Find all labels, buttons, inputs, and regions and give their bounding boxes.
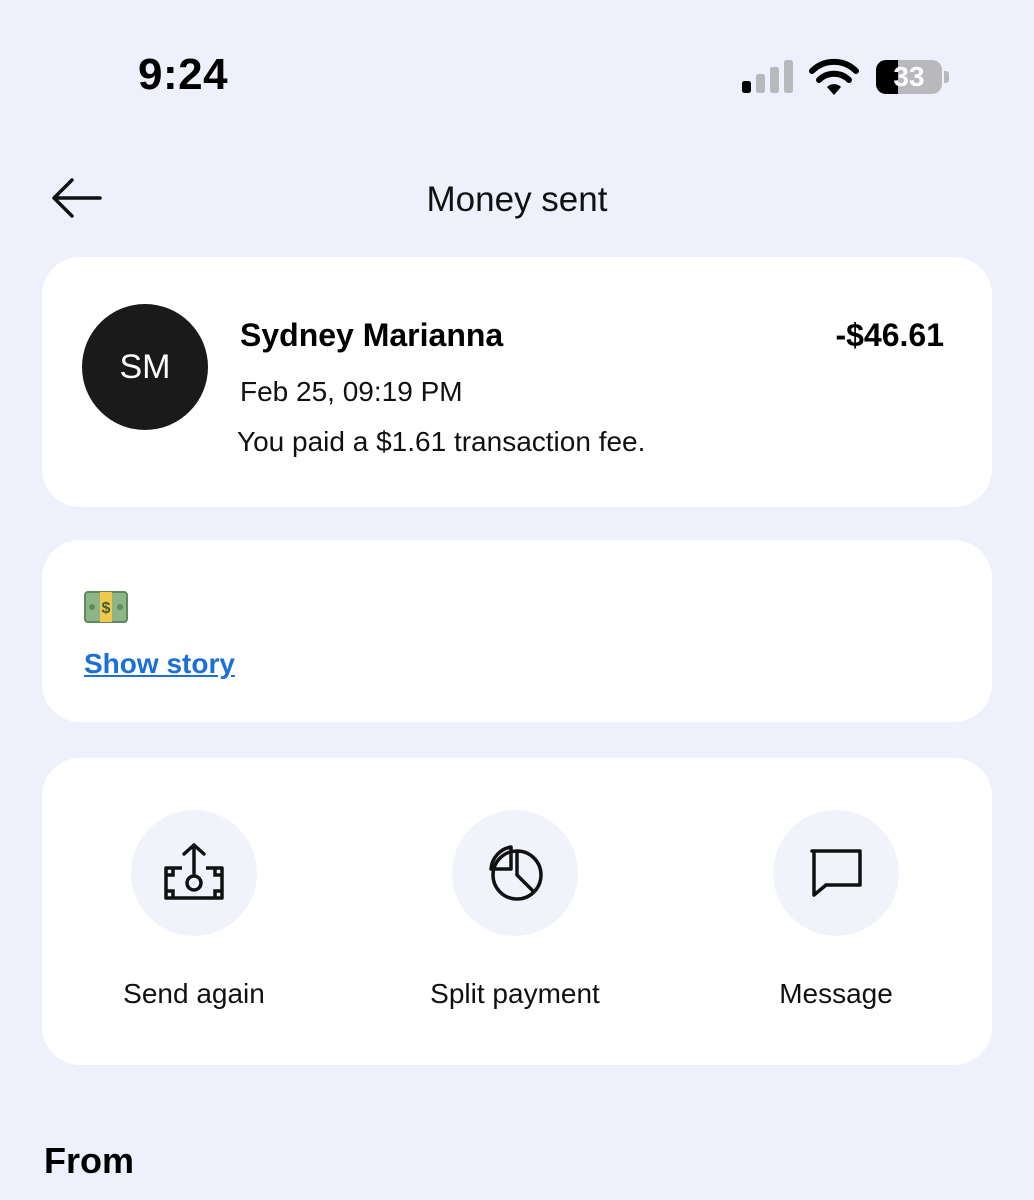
svg-text:$: $ xyxy=(102,600,111,617)
transaction-date: Feb 25, 09:19 PM xyxy=(240,376,463,407)
show-story-link[interactable]: Show story xyxy=(84,648,235,680)
battery-level: 33 xyxy=(893,61,925,92)
cellular-signal-icon xyxy=(742,60,793,93)
battery-icon: 33 xyxy=(876,60,942,94)
send-again-icon-circle xyxy=(131,810,257,936)
page-title: Money sent xyxy=(426,180,608,219)
story-card: $ Show story xyxy=(42,540,992,722)
split-payment-label: Split payment xyxy=(430,978,600,1009)
transaction-amount: -$46.61 xyxy=(835,317,944,353)
money-banknote-icon: $ xyxy=(84,591,128,623)
battery-tip xyxy=(944,71,949,83)
send-again-label: Send again xyxy=(123,978,265,1009)
status-bar: 9:24 33 xyxy=(0,0,1034,150)
pie-chart-icon xyxy=(489,845,543,901)
avatar[interactable]: SM xyxy=(82,304,208,430)
split-payment-button[interactable]: Split payment xyxy=(385,810,645,1020)
message-label: Message xyxy=(779,978,893,1009)
send-again-button[interactable]: Send again xyxy=(64,810,324,1020)
chat-bubble-icon xyxy=(810,849,862,897)
money-sent-screen: 9:24 33 Money sent SM Sydney Marianna -$… xyxy=(0,0,1034,1200)
split-payment-icon-circle xyxy=(452,810,578,936)
wifi-icon xyxy=(809,58,859,95)
send-money-icon xyxy=(164,843,224,900)
fee-note: You paid a $1.61 transaction fee. xyxy=(237,426,646,457)
actions-card: Send again Split payment Message xyxy=(42,758,992,1065)
recipient-name[interactable]: Sydney Marianna xyxy=(240,317,503,354)
status-time: 9:24 xyxy=(138,50,229,99)
transaction-card: SM Sydney Marianna -$46.61 Feb 25, 09:19… xyxy=(42,257,992,507)
message-button[interactable]: Message xyxy=(706,810,966,1020)
message-icon-circle xyxy=(773,810,899,936)
from-section-heading: From xyxy=(44,1140,134,1181)
